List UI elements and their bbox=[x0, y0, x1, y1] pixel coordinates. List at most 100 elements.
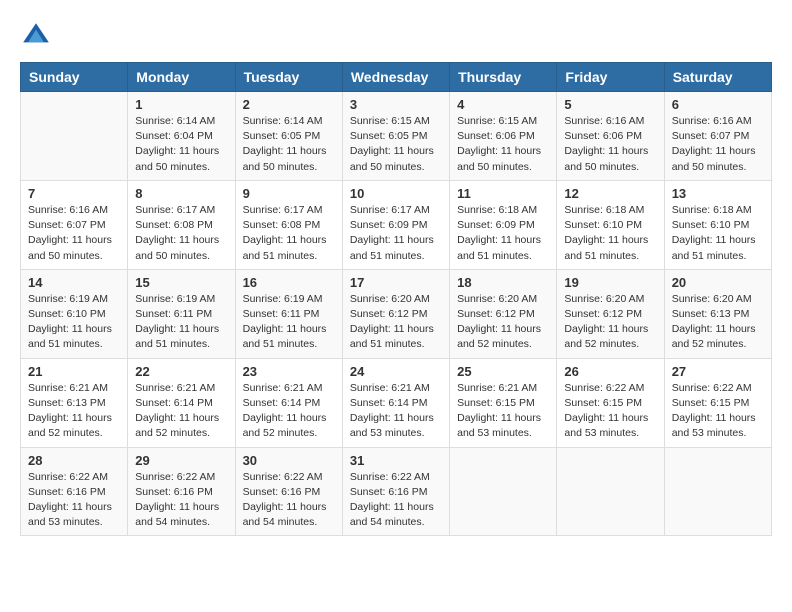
day-info: Sunrise: 6:22 AMSunset: 6:16 PMDaylight:… bbox=[243, 470, 335, 531]
calendar-cell: 31 Sunrise: 6:22 AMSunset: 6:16 PMDayligh… bbox=[342, 447, 449, 536]
calendar-cell: 8Sunrise: 6:17 AMSunset: 6:08 PMDaylight… bbox=[128, 180, 235, 269]
day-number: 25 bbox=[457, 364, 549, 379]
day-number: 4 bbox=[457, 97, 549, 112]
day-number: 21 bbox=[28, 364, 120, 379]
calendar-cell bbox=[664, 447, 771, 536]
day-number: 9 bbox=[243, 186, 335, 201]
day-info: Sunrise: 6:16 AMSunset: 6:07 PMDaylight:… bbox=[672, 114, 764, 175]
calendar-cell: 16 Sunrise: 6:19 AMSunset: 6:11 PMDayligh… bbox=[235, 269, 342, 358]
day-info: Sunrise: 6:19 AMSunset: 6:10 PMDaylight:… bbox=[28, 292, 120, 353]
day-number: 10 bbox=[350, 186, 442, 201]
day-info: Sunrise: 6:17 AMSunset: 6:08 PMDaylight:… bbox=[243, 203, 335, 264]
calendar-cell bbox=[557, 447, 664, 536]
day-number: 7 bbox=[28, 186, 120, 201]
calendar-cell: 26 Sunrise: 6:22 AMSunset: 6:15 PMDayligh… bbox=[557, 358, 664, 447]
day-info: Sunrise: 6:14 AMSunset: 6:04 PMDaylight:… bbox=[135, 114, 227, 175]
day-info: Sunrise: 6:22 AMSunset: 6:16 PMDaylight:… bbox=[350, 470, 442, 531]
day-info: Sunrise: 6:21 AMSunset: 6:14 PMDaylight:… bbox=[350, 381, 442, 442]
day-info: Sunrise: 6:20 AMSunset: 6:13 PMDaylight:… bbox=[672, 292, 764, 353]
day-info: Sunrise: 6:21 AMSunset: 6:14 PMDaylight:… bbox=[135, 381, 227, 442]
week-row-1: 1 Sunrise: 6:14 AMSunset: 6:04 PMDaylight… bbox=[21, 92, 772, 181]
day-number: 28 bbox=[28, 453, 120, 468]
day-number: 8 bbox=[135, 186, 227, 201]
weekday-wednesday: Wednesday bbox=[342, 63, 449, 92]
calendar: SundayMondayTuesdayWednesdayThursdayFrid… bbox=[20, 62, 772, 536]
calendar-body: 1 Sunrise: 6:14 AMSunset: 6:04 PMDaylight… bbox=[21, 92, 772, 536]
calendar-cell: 6 Sunrise: 6:16 AMSunset: 6:07 PMDaylight… bbox=[664, 92, 771, 181]
calendar-cell: 12Sunrise: 6:18 AMSunset: 6:10 PMDayligh… bbox=[557, 180, 664, 269]
calendar-cell: 4 Sunrise: 6:15 AMSunset: 6:06 PMDaylight… bbox=[450, 92, 557, 181]
header bbox=[20, 20, 772, 52]
day-number: 3 bbox=[350, 97, 442, 112]
calendar-cell: 23 Sunrise: 6:21 AMSunset: 6:14 PMDayligh… bbox=[235, 358, 342, 447]
calendar-cell: 17Sunrise: 6:20 AMSunset: 6:12 PMDayligh… bbox=[342, 269, 449, 358]
calendar-cell: 10 Sunrise: 6:17 AMSunset: 6:09 PMDayligh… bbox=[342, 180, 449, 269]
day-info: Sunrise: 6:20 AMSunset: 6:12 PMDaylight:… bbox=[457, 292, 549, 353]
day-number: 17 bbox=[350, 275, 442, 290]
calendar-cell: 9 Sunrise: 6:17 AMSunset: 6:08 PMDaylight… bbox=[235, 180, 342, 269]
calendar-cell: 22 Sunrise: 6:21 AMSunset: 6:14 PMDayligh… bbox=[128, 358, 235, 447]
day-number: 14 bbox=[28, 275, 120, 290]
weekday-thursday: Thursday bbox=[450, 63, 557, 92]
day-info: Sunrise: 6:22 AMSunset: 6:16 PMDaylight:… bbox=[28, 470, 120, 531]
calendar-cell bbox=[21, 92, 128, 181]
calendar-cell: 19 Sunrise: 6:20 AMSunset: 6:12 PMDayligh… bbox=[557, 269, 664, 358]
calendar-cell: 5 Sunrise: 6:16 AMSunset: 6:06 PMDaylight… bbox=[557, 92, 664, 181]
weekday-tuesday: Tuesday bbox=[235, 63, 342, 92]
day-number: 1 bbox=[135, 97, 227, 112]
calendar-cell: 2 Sunrise: 6:14 AMSunset: 6:05 PMDaylight… bbox=[235, 92, 342, 181]
day-info: Sunrise: 6:14 AMSunset: 6:05 PMDaylight:… bbox=[243, 114, 335, 175]
calendar-cell: 14 Sunrise: 6:19 AMSunset: 6:10 PMDayligh… bbox=[21, 269, 128, 358]
calendar-cell: 13 Sunrise: 6:18 AMSunset: 6:10 PMDayligh… bbox=[664, 180, 771, 269]
weekday-monday: Monday bbox=[128, 63, 235, 92]
day-info: Sunrise: 6:19 AMSunset: 6:11 PMDaylight:… bbox=[243, 292, 335, 353]
calendar-cell: 24Sunrise: 6:21 AMSunset: 6:14 PMDayligh… bbox=[342, 358, 449, 447]
day-info: Sunrise: 6:17 AMSunset: 6:09 PMDaylight:… bbox=[350, 203, 442, 264]
day-info: Sunrise: 6:22 AMSunset: 6:15 PMDaylight:… bbox=[564, 381, 656, 442]
day-number: 2 bbox=[243, 97, 335, 112]
day-number: 31 bbox=[350, 453, 442, 468]
logo bbox=[20, 20, 56, 52]
calendar-cell: 7Sunrise: 6:16 AMSunset: 6:07 PMDaylight… bbox=[21, 180, 128, 269]
calendar-cell: 29Sunrise: 6:22 AMSunset: 6:16 PMDayligh… bbox=[128, 447, 235, 536]
calendar-cell: 3Sunrise: 6:15 AMSunset: 6:05 PMDaylight… bbox=[342, 92, 449, 181]
day-number: 16 bbox=[243, 275, 335, 290]
calendar-cell: 30Sunrise: 6:22 AMSunset: 6:16 PMDayligh… bbox=[235, 447, 342, 536]
calendar-cell: 20 Sunrise: 6:20 AMSunset: 6:13 PMDayligh… bbox=[664, 269, 771, 358]
day-info: Sunrise: 6:22 AMSunset: 6:15 PMDaylight:… bbox=[672, 381, 764, 442]
day-number: 6 bbox=[672, 97, 764, 112]
day-number: 11 bbox=[457, 186, 549, 201]
calendar-cell: 11 Sunrise: 6:18 AMSunset: 6:09 PMDayligh… bbox=[450, 180, 557, 269]
calendar-cell bbox=[450, 447, 557, 536]
day-info: Sunrise: 6:18 AMSunset: 6:10 PMDaylight:… bbox=[672, 203, 764, 264]
day-number: 22 bbox=[135, 364, 227, 379]
weekday-friday: Friday bbox=[557, 63, 664, 92]
day-number: 23 bbox=[243, 364, 335, 379]
week-row-2: 7Sunrise: 6:16 AMSunset: 6:07 PMDaylight… bbox=[21, 180, 772, 269]
day-number: 19 bbox=[564, 275, 656, 290]
week-row-4: 21 Sunrise: 6:21 AMSunset: 6:13 PMDayligh… bbox=[21, 358, 772, 447]
day-number: 20 bbox=[672, 275, 764, 290]
day-info: Sunrise: 6:15 AMSunset: 6:06 PMDaylight:… bbox=[457, 114, 549, 175]
week-row-5: 28 Sunrise: 6:22 AMSunset: 6:16 PMDayligh… bbox=[21, 447, 772, 536]
day-info: Sunrise: 6:19 AMSunset: 6:11 PMDaylight:… bbox=[135, 292, 227, 353]
calendar-cell: 21 Sunrise: 6:21 AMSunset: 6:13 PMDayligh… bbox=[21, 358, 128, 447]
weekday-header-row: SundayMondayTuesdayWednesdayThursdayFrid… bbox=[21, 63, 772, 92]
calendar-cell: 18Sunrise: 6:20 AMSunset: 6:12 PMDayligh… bbox=[450, 269, 557, 358]
day-info: Sunrise: 6:21 AMSunset: 6:13 PMDaylight:… bbox=[28, 381, 120, 442]
day-number: 29 bbox=[135, 453, 227, 468]
calendar-cell: 1 Sunrise: 6:14 AMSunset: 6:04 PMDaylight… bbox=[128, 92, 235, 181]
day-info: Sunrise: 6:18 AMSunset: 6:09 PMDaylight:… bbox=[457, 203, 549, 264]
day-info: Sunrise: 6:21 AMSunset: 6:14 PMDaylight:… bbox=[243, 381, 335, 442]
day-number: 5 bbox=[564, 97, 656, 112]
day-info: Sunrise: 6:20 AMSunset: 6:12 PMDaylight:… bbox=[564, 292, 656, 353]
day-number: 13 bbox=[672, 186, 764, 201]
day-number: 12 bbox=[564, 186, 656, 201]
weekday-saturday: Saturday bbox=[664, 63, 771, 92]
day-info: Sunrise: 6:16 AMSunset: 6:06 PMDaylight:… bbox=[564, 114, 656, 175]
calendar-cell: 28 Sunrise: 6:22 AMSunset: 6:16 PMDayligh… bbox=[21, 447, 128, 536]
calendar-cell: 25 Sunrise: 6:21 AMSunset: 6:15 PMDayligh… bbox=[450, 358, 557, 447]
logo-icon bbox=[20, 20, 52, 52]
day-info: Sunrise: 6:21 AMSunset: 6:15 PMDaylight:… bbox=[457, 381, 549, 442]
day-number: 26 bbox=[564, 364, 656, 379]
